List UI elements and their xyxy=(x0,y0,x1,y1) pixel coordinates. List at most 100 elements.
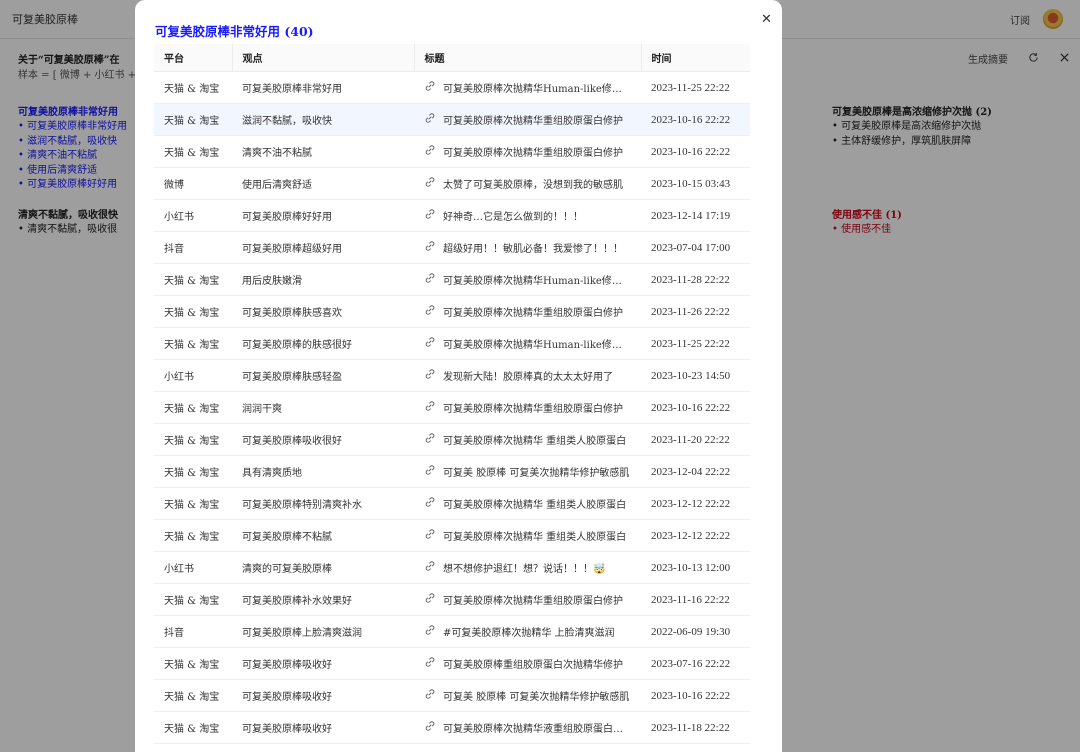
link-icon[interactable] xyxy=(424,336,436,348)
title-link[interactable]: 可复美胶原棒次抛精华 重组类人胶原蛋白 xyxy=(443,432,626,447)
table-row[interactable]: 天猫 & 淘宝 可复美胶原棒补水效果好 可复美胶原棒次抛精华重组胶原蛋白修护 2023… xyxy=(154,583,750,616)
title-link[interactable]: 发现新大陆！胶原棒真的太太太好用了 xyxy=(443,368,613,383)
table-row[interactable]: 天猫 & 淘宝吸收舒适感可复美胶原棒次抛精华Human-like修护重组胶原蛋白… xyxy=(154,743,750,752)
cell-title[interactable]: 可复美胶原棒次抛精华重组胶原蛋白修护 xyxy=(414,295,641,328)
cell-view: 使用后清爽舒适 xyxy=(232,167,414,200)
cell-title[interactable]: 发现新大陆！胶原棒真的太太太好用了 xyxy=(414,359,641,392)
table-row[interactable]: 天猫 & 淘宝 润润干爽 可复美胶原棒次抛精华重组胶原蛋白修护 2023-10-16 … xyxy=(154,391,750,424)
link-icon[interactable] xyxy=(424,688,436,700)
cell-view: 具有清爽质地 xyxy=(232,455,414,488)
cell-title[interactable]: 可复美胶原棒次抛精华 重组类人胶原蛋白 xyxy=(414,423,641,456)
table-row[interactable]: 天猫 & 淘宝 可复美胶原棒非常好用 可复美胶原棒次抛精华Human-like修护重… xyxy=(154,71,750,104)
cell-title[interactable]: 可复美胶原棒次抛精华Human-like修护重组胶原蛋白 xyxy=(414,743,641,752)
cell-time: 2023-10-15 03:43 xyxy=(641,167,750,200)
link-icon[interactable] xyxy=(424,464,436,476)
link-icon[interactable] xyxy=(424,240,436,252)
link-icon[interactable] xyxy=(424,272,436,284)
cell-title[interactable]: 可复美胶原棒次抛精华 重组类人胶原蛋白 xyxy=(414,487,641,520)
cell-time: 2023-11-26 22:22 xyxy=(641,295,750,328)
link-icon[interactable] xyxy=(424,368,436,380)
title-link[interactable]: 可复美胶原棒次抛精华Human-like修护重组胶原蛋白 xyxy=(443,336,631,351)
cell-title[interactable]: 太赞了可复美胶原棒，没想到我的敏感肌 xyxy=(414,167,641,200)
cell-title[interactable]: 可复美 胶原棒 可复美次抛精华修护敏感肌 xyxy=(414,455,641,488)
title-link[interactable]: 可复美胶原棒次抛精华重组胶原蛋白修护 xyxy=(443,592,623,607)
cell-title[interactable]: 可复美胶原棒次抛精华Human-like修护重组胶原蛋白 xyxy=(414,327,641,360)
cell-view: 可复美胶原棒好好用 xyxy=(232,199,414,232)
link-icon[interactable] xyxy=(424,432,436,444)
title-link[interactable]: 可复美 胶原棒 可复美次抛精华修护敏感肌 xyxy=(443,464,629,479)
cell-title[interactable]: 好神奇…它是怎么做到的！！！ xyxy=(414,199,641,232)
link-icon[interactable] xyxy=(424,304,436,316)
close-icon[interactable]: ✕ xyxy=(761,12,772,27)
table-row[interactable]: 天猫 & 淘宝 滋润不黏腻，吸收快 可复美胶原棒次抛精华重组胶原蛋白修护 2023-1… xyxy=(154,103,750,136)
cell-title[interactable]: #可复美胶原棒次抛精华 上脸清爽滋润 xyxy=(414,615,641,648)
link-icon[interactable] xyxy=(424,656,436,668)
cell-time: 2023-12-12 22:22 xyxy=(641,487,750,520)
cell-title[interactable]: 可复美胶原棒次抛精华 重组类人胶原蛋白 xyxy=(414,519,641,552)
title-link[interactable]: 可复美胶原棒次抛精华Human-like修护重组胶原蛋白 xyxy=(443,272,631,287)
table-row[interactable]: 天猫 & 淘宝 具有清爽质地 可复美 胶原棒 可复美次抛精华修护敏感肌 2023-12… xyxy=(154,455,750,488)
table-row[interactable]: 天猫 & 淘宝 可复美胶原棒不粘腻 可复美胶原棒次抛精华 重组类人胶原蛋白 2023-… xyxy=(154,519,750,552)
cell-view: 可复美胶原棒吸收好 xyxy=(232,647,414,680)
link-icon[interactable] xyxy=(424,80,436,92)
table-row[interactable]: 天猫 & 淘宝 可复美胶原棒特别清爽补水 可复美胶原棒次抛精华 重组类人胶原蛋白 20… xyxy=(154,487,750,520)
table-row[interactable]: 小红书 可复美胶原棒好好用 好神奇…它是怎么做到的！！！ 2023-12-14 17:… xyxy=(154,199,750,232)
title-link[interactable]: 可复美胶原棒次抛精华 重组类人胶原蛋白 xyxy=(443,496,626,511)
title-link[interactable]: #可复美胶原棒次抛精华 上脸清爽滋润 xyxy=(443,624,615,639)
title-link[interactable]: 可复美胶原棒次抛精华液重组胶原蛋白修护 xyxy=(443,720,631,735)
link-icon[interactable] xyxy=(424,592,436,604)
link-icon[interactable] xyxy=(424,496,436,508)
table-row[interactable]: 微博 使用后清爽舒适 太赞了可复美胶原棒，没想到我的敏感肌 2023-10-15 03… xyxy=(154,167,750,200)
cell-platform: 天猫 & 淘宝 xyxy=(154,295,232,328)
cell-platform: 天猫 & 淘宝 xyxy=(154,679,232,712)
link-icon[interactable] xyxy=(424,400,436,412)
cell-title[interactable]: 可复美胶原棒次抛精华重组胶原蛋白修护 xyxy=(414,391,641,424)
title-link[interactable]: 可复美胶原棒次抛精华Human-like修护重组胶原蛋白 xyxy=(443,80,631,95)
link-icon[interactable] xyxy=(424,528,436,540)
link-icon[interactable] xyxy=(424,112,436,124)
cell-platform: 天猫 & 淘宝 xyxy=(154,519,232,552)
table-row[interactable]: 天猫 & 淘宝 清爽不油不粘腻 可复美胶原棒次抛精华重组胶原蛋白修护 2023-10-… xyxy=(154,135,750,168)
table-row[interactable]: 天猫 & 淘宝用后皮肤嫩滑 可复美胶原棒次抛精华Human-like修护重组胶原蛋… xyxy=(154,263,750,296)
cell-title[interactable]: 可复美胶原棒次抛精华重组胶原蛋白修护 xyxy=(414,103,641,136)
link-icon[interactable] xyxy=(424,560,436,572)
cell-title[interactable]: 可复美胶原棒次抛精华液重组胶原蛋白修护 xyxy=(414,711,641,744)
table-row[interactable]: 天猫 & 淘宝 可复美胶原棒吸收好 可复美胶原棒次抛精华液重组胶原蛋白修护 2023-… xyxy=(154,711,750,744)
table-row[interactable]: 天猫 & 淘宝 可复美胶原棒吸收好 可复美 胶原棒 可复美次抛精华修护敏感肌 2023… xyxy=(154,679,750,712)
title-link[interactable]: 超级好用！！敏肌必备！我爱惨了！！！ xyxy=(443,240,623,255)
title-link[interactable]: 想不想修护退红！想？说话！！！🤯 xyxy=(443,560,605,575)
title-link[interactable]: 可复美胶原棒次抛精华重组胶原蛋白修护 xyxy=(443,304,623,319)
cell-platform: 微博 xyxy=(154,167,232,200)
link-icon[interactable] xyxy=(424,208,436,220)
title-link[interactable]: 可复美胶原棒次抛精华重组胶原蛋白修护 xyxy=(443,144,623,159)
cell-title[interactable]: 可复美胶原棒重组胶原蛋白次抛精华修护 xyxy=(414,647,641,680)
table-row[interactable]: 抖音 可复美胶原棒上脸清爽滋润 #可复美胶原棒次抛精华 上脸清爽滋润 2022-06-… xyxy=(154,615,750,648)
table-row[interactable]: 小红书 可复美胶原棒肤感轻盈 发现新大陆！胶原棒真的太太太好用了 2023-10-23… xyxy=(154,359,750,392)
link-icon[interactable] xyxy=(424,144,436,156)
title-link[interactable]: 可复美胶原棒重组胶原蛋白次抛精华修护 xyxy=(443,656,623,671)
cell-title[interactable]: 可复美胶原棒次抛精华重组胶原蛋白修护 xyxy=(414,135,641,168)
cell-title[interactable]: 想不想修护退红！想？说话！！！🤯 xyxy=(414,551,641,584)
link-icon[interactable] xyxy=(424,624,436,636)
link-icon[interactable] xyxy=(424,720,436,732)
title-link[interactable]: 可复美胶原棒次抛精华 重组类人胶原蛋白 xyxy=(443,528,626,543)
cell-platform: 抖音 xyxy=(154,615,232,648)
modal-title: 可复美胶原棒非常好用 (40) xyxy=(155,24,314,39)
table-row[interactable]: 天猫 & 淘宝 可复美胶原棒的肤感很好 可复美胶原棒次抛精华Human-like修护… xyxy=(154,327,750,360)
table-row[interactable]: 抖音 可复美胶原棒超级好用 超级好用！！敏肌必备！我爱惨了！！！ 2023-07-04… xyxy=(154,231,750,264)
table-row[interactable]: 天猫 & 淘宝 可复美胶原棒肤感喜欢 可复美胶原棒次抛精华重组胶原蛋白修护 2023-… xyxy=(154,295,750,328)
table-row[interactable]: 天猫 & 淘宝 可复美胶原棒吸收好 可复美胶原棒重组胶原蛋白次抛精华修护 2023-0… xyxy=(154,647,750,680)
table-row[interactable]: 小红书 清爽的可复美胶原棒 想不想修护退红！想？说话！！！🤯 2023-10-13 1… xyxy=(154,551,750,584)
cell-title[interactable]: 可复美胶原棒次抛精华Human-like修护重组胶原蛋白 xyxy=(414,263,641,296)
title-link[interactable]: 可复美胶原棒次抛精华重组胶原蛋白修护 xyxy=(443,112,623,127)
cell-title[interactable]: 可复美胶原棒次抛精华重组胶原蛋白修护 xyxy=(414,583,641,616)
table-row[interactable]: 天猫 & 淘宝 可复美胶原棒吸收很好 可复美胶原棒次抛精华 重组类人胶原蛋白 2023… xyxy=(154,423,750,456)
title-link[interactable]: 太赞了可复美胶原棒，没想到我的敏感肌 xyxy=(443,176,623,191)
link-icon[interactable] xyxy=(424,176,436,188)
title-link[interactable]: 好神奇…它是怎么做到的！！！ xyxy=(443,208,583,223)
cell-title[interactable]: 可复美 胶原棒 可复美次抛精华修护敏感肌 xyxy=(414,679,641,712)
cell-title[interactable]: 可复美胶原棒次抛精华Human-like修护重组胶原蛋白 xyxy=(414,71,641,104)
title-link[interactable]: 可复美 胶原棒 可复美次抛精华修护敏感肌 xyxy=(443,688,629,703)
title-link[interactable]: 可复美胶原棒次抛精华重组胶原蛋白修护 xyxy=(443,400,623,415)
cell-title[interactable]: 超级好用！！敏肌必备！我爱惨了！！！ xyxy=(414,231,641,264)
